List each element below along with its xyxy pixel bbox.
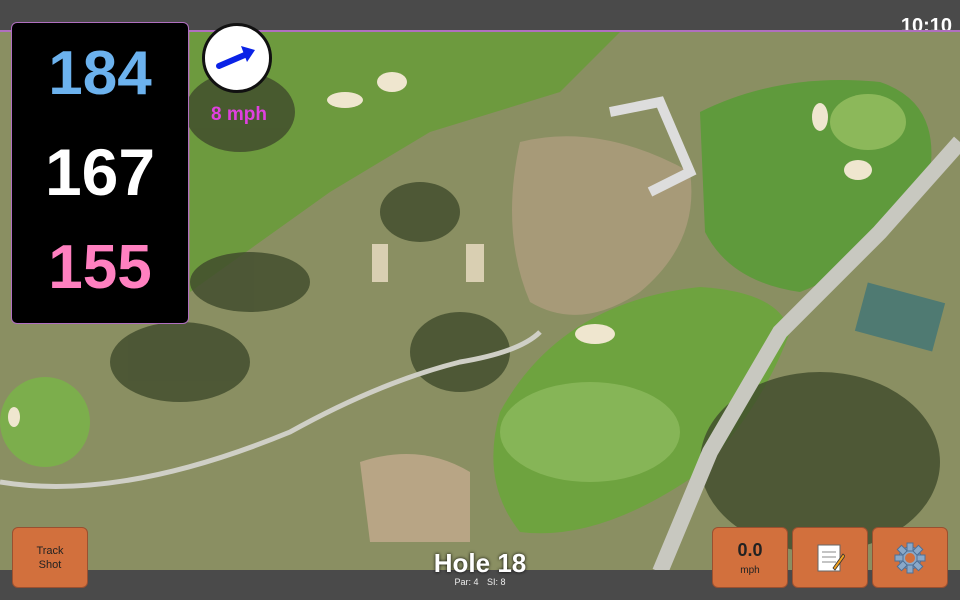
hole-par: Par: 4 (454, 577, 479, 587)
notepad-icon (817, 544, 845, 571)
front-distance: 155 (48, 233, 152, 302)
track-shot-button[interactable]: Track Shot (12, 527, 88, 588)
settings-button[interactable] (872, 527, 948, 588)
speed-button[interactable]: 0.0 mph (712, 527, 788, 588)
hole-title: Hole 18 (433, 548, 527, 578)
wind-speed-label: 8 mph (211, 104, 267, 125)
hole-stroke-index: SI: 8 (487, 577, 506, 587)
middle-distance: 167 (44, 135, 156, 209)
distance-panel: 184 167 155 (11, 22, 189, 324)
back-distance: 184 (48, 39, 152, 108)
track-shot-label-line1: Track (36, 544, 64, 557)
notes-button[interactable] (792, 527, 868, 588)
speed-value: 0.0 (737, 540, 763, 560)
track-shot-label-line2: Shot (38, 558, 62, 571)
speed-unit: mph (740, 565, 760, 576)
hole-info: Par: 4 SI: 8 (380, 577, 580, 587)
gear-icon (894, 542, 926, 573)
wind-arrow-icon (216, 46, 255, 69)
wind-indicator (202, 23, 272, 93)
